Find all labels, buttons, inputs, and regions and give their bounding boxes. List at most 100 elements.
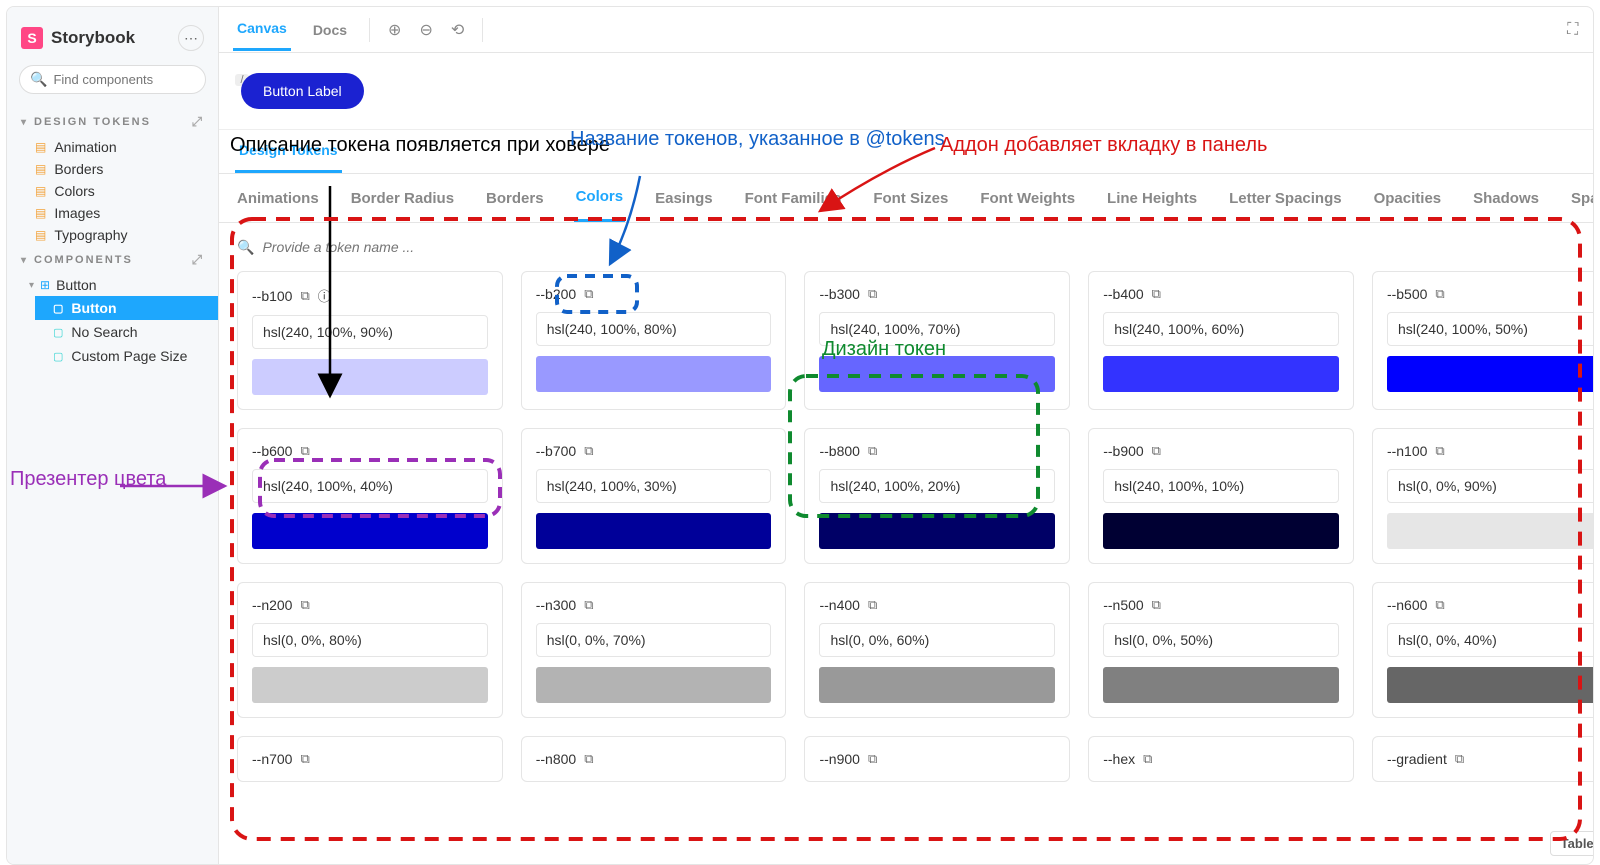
token-head: --n800 ⧉ — [536, 751, 772, 767]
token-filter-input[interactable] — [262, 239, 1594, 255]
button-label[interactable]: Button Label — [241, 73, 364, 109]
category-tab-colors[interactable]: Colors — [574, 174, 626, 222]
token-value-input[interactable]: hsl(240, 100%, 90%) — [252, 315, 488, 349]
category-tab-easings[interactable]: Easings — [653, 176, 715, 221]
tokens-scroll[interactable]: --b100⧉ⓘhsl(240, 100%, 90%)--b200⧉hsl(24… — [219, 271, 1594, 864]
token-name: --n400 — [819, 597, 859, 613]
copy-icon[interactable]: ⧉ — [868, 443, 877, 459]
sidebar-component-button[interactable]: ▾ ⊞ Button — [7, 274, 218, 296]
copy-icon[interactable]: ⧉ — [300, 751, 309, 767]
token-name: --n300 — [536, 597, 576, 613]
copy-icon[interactable]: ⧉ — [1152, 597, 1161, 613]
category-tab-opacities[interactable]: Opacities — [1372, 176, 1444, 221]
sidebar-item-colors[interactable]: ▤Colors — [7, 180, 218, 202]
category-tab-font-families[interactable]: Font Families — [743, 176, 844, 221]
category-tab-letter-spacings[interactable]: Letter Spacings — [1227, 176, 1344, 221]
token-value-input[interactable]: hsl(240, 100%, 50%) — [1387, 312, 1594, 346]
search-input-wrap[interactable]: 🔍 / — [19, 65, 206, 94]
sidebar-story-no-search[interactable]: ▢No Search — [35, 320, 218, 344]
sidebar-menu-button[interactable]: ⋯ — [178, 25, 204, 51]
copy-icon[interactable]: ⧉ — [1152, 443, 1161, 459]
category-tab-font-sizes[interactable]: Font Sizes — [871, 176, 950, 221]
token-name: --b700 — [536, 443, 576, 459]
copy-icon[interactable]: ⧉ — [1152, 286, 1161, 302]
token-value-input[interactable]: hsl(0, 0%, 60%) — [819, 623, 1055, 657]
copy-icon[interactable]: ⧉ — [868, 597, 877, 613]
token-value-input[interactable]: hsl(0, 0%, 50%) — [1103, 623, 1339, 657]
panel-tabs: Design Tokens ◫ ⓧ — [219, 130, 1594, 174]
tab-canvas[interactable]: Canvas — [233, 8, 291, 51]
token-value-input[interactable]: hsl(0, 0%, 80%) — [252, 623, 488, 657]
copy-icon[interactable]: ⧉ — [584, 286, 593, 302]
category-tab-font-weights[interactable]: Font Weights — [978, 176, 1077, 221]
sidebar-story-custom-page-size[interactable]: ▢Custom Page Size — [35, 344, 218, 368]
tab-docs[interactable]: Docs — [309, 10, 351, 50]
fullscreen-icon[interactable]: ⛶ — [1567, 21, 1578, 39]
table-view-button[interactable]: Table View — [1550, 831, 1594, 856]
token-name: --gradient — [1387, 751, 1447, 767]
token-name: --b600 — [252, 443, 292, 459]
chevron-down-icon: ▾ — [21, 117, 28, 128]
category-tab-spacings[interactable]: Spacings — [1569, 176, 1594, 221]
copy-icon[interactable]: ⧉ — [1435, 286, 1444, 302]
doc-icon: ▤ — [35, 162, 46, 176]
copy-icon[interactable]: ⧉ — [300, 443, 309, 459]
section-head-components[interactable]: ▾ COMPONENTS ⤢ — [7, 246, 218, 274]
story-label: Button — [71, 300, 116, 316]
sidebar-item-borders[interactable]: ▤Borders — [7, 158, 218, 180]
sidebar-item-images[interactable]: ▤Images — [7, 202, 218, 224]
copy-icon[interactable]: ⧉ — [300, 288, 309, 304]
token-value-input[interactable]: hsl(240, 100%, 80%) — [536, 312, 772, 346]
sidebar-story-button[interactable]: ▢Button — [35, 296, 218, 320]
story-label: No Search — [71, 324, 137, 340]
sidebar-item-typography[interactable]: ▤Typography — [7, 224, 218, 246]
token-head: --b400⧉ — [1103, 286, 1339, 302]
token-value-input[interactable]: hsl(240, 100%, 30%) — [536, 469, 772, 503]
zoom-out-icon[interactable]: ⊖ — [419, 20, 432, 40]
sidebar-item-animation[interactable]: ▤Animation — [7, 136, 218, 158]
token-value-input[interactable]: hsl(0, 0%, 90%) — [1387, 469, 1594, 503]
color-swatch — [1103, 513, 1339, 549]
token-value-input[interactable]: hsl(240, 100%, 70%) — [819, 312, 1055, 346]
copy-icon[interactable]: ⧉ — [868, 751, 877, 767]
color-swatch — [536, 356, 772, 392]
token-name: --b500 — [1387, 286, 1427, 302]
color-swatch — [1103, 667, 1339, 703]
copy-icon[interactable]: ⧉ — [584, 443, 593, 459]
category-tab-borders[interactable]: Borders — [484, 176, 546, 221]
doc-icon: ▤ — [35, 184, 46, 198]
collapse-icon[interactable]: ⤢ — [192, 252, 204, 268]
copy-icon[interactable]: ⧉ — [584, 597, 593, 613]
category-tab-shadows[interactable]: Shadows — [1471, 176, 1541, 221]
copy-icon[interactable]: ⧉ — [1435, 597, 1444, 613]
category-tab-animations[interactable]: Animations — [235, 176, 321, 221]
copy-icon[interactable]: ⧉ — [1143, 751, 1152, 767]
info-icon[interactable]: ⓘ — [318, 286, 331, 305]
copy-icon[interactable]: ⧉ — [1455, 751, 1464, 767]
doc-icon: ▤ — [35, 140, 46, 154]
token-value-input[interactable]: hsl(240, 100%, 10%) — [1103, 469, 1339, 503]
token-value-input[interactable]: hsl(0, 0%, 40%) — [1387, 623, 1594, 657]
search-input[interactable] — [53, 72, 229, 87]
category-tab-border-radius[interactable]: Border Radius — [349, 176, 456, 221]
collapse-icon[interactable]: ⤢ — [192, 114, 204, 130]
copy-icon[interactable]: ⧉ — [300, 597, 309, 613]
token-card: --b800⧉hsl(240, 100%, 20%) — [804, 428, 1070, 564]
token-value-input[interactable]: hsl(0, 0%, 70%) — [536, 623, 772, 657]
panel-tab-design-tokens[interactable]: Design Tokens — [235, 130, 342, 173]
category-tab-line-heights[interactable]: Line Heights — [1105, 176, 1199, 221]
token-head: --n600⧉ — [1387, 597, 1594, 613]
copy-icon[interactable]: ⧉ — [1435, 443, 1444, 459]
token-card: --n900⧉ — [804, 736, 1070, 782]
copy-icon[interactable]: ⧉ — [868, 286, 877, 302]
zoom-in-icon[interactable]: ⊕ — [388, 20, 401, 40]
section-head-design-tokens[interactable]: ▾ DESIGN TOKENS ⤢ — [7, 108, 218, 136]
token-name: --n800 — [536, 751, 576, 767]
token-value-input[interactable]: hsl(240, 100%, 20%) — [819, 469, 1055, 503]
token-name: --hex — [1103, 751, 1135, 767]
zoom-reset-icon[interactable]: ⟲ — [451, 20, 464, 40]
token-head: --gradient ⧉ — [1387, 751, 1594, 767]
token-value-input[interactable]: hsl(240, 100%, 40%) — [252, 469, 488, 503]
copy-icon[interactable]: ⧉ — [584, 751, 593, 767]
token-value-input[interactable]: hsl(240, 100%, 60%) — [1103, 312, 1339, 346]
